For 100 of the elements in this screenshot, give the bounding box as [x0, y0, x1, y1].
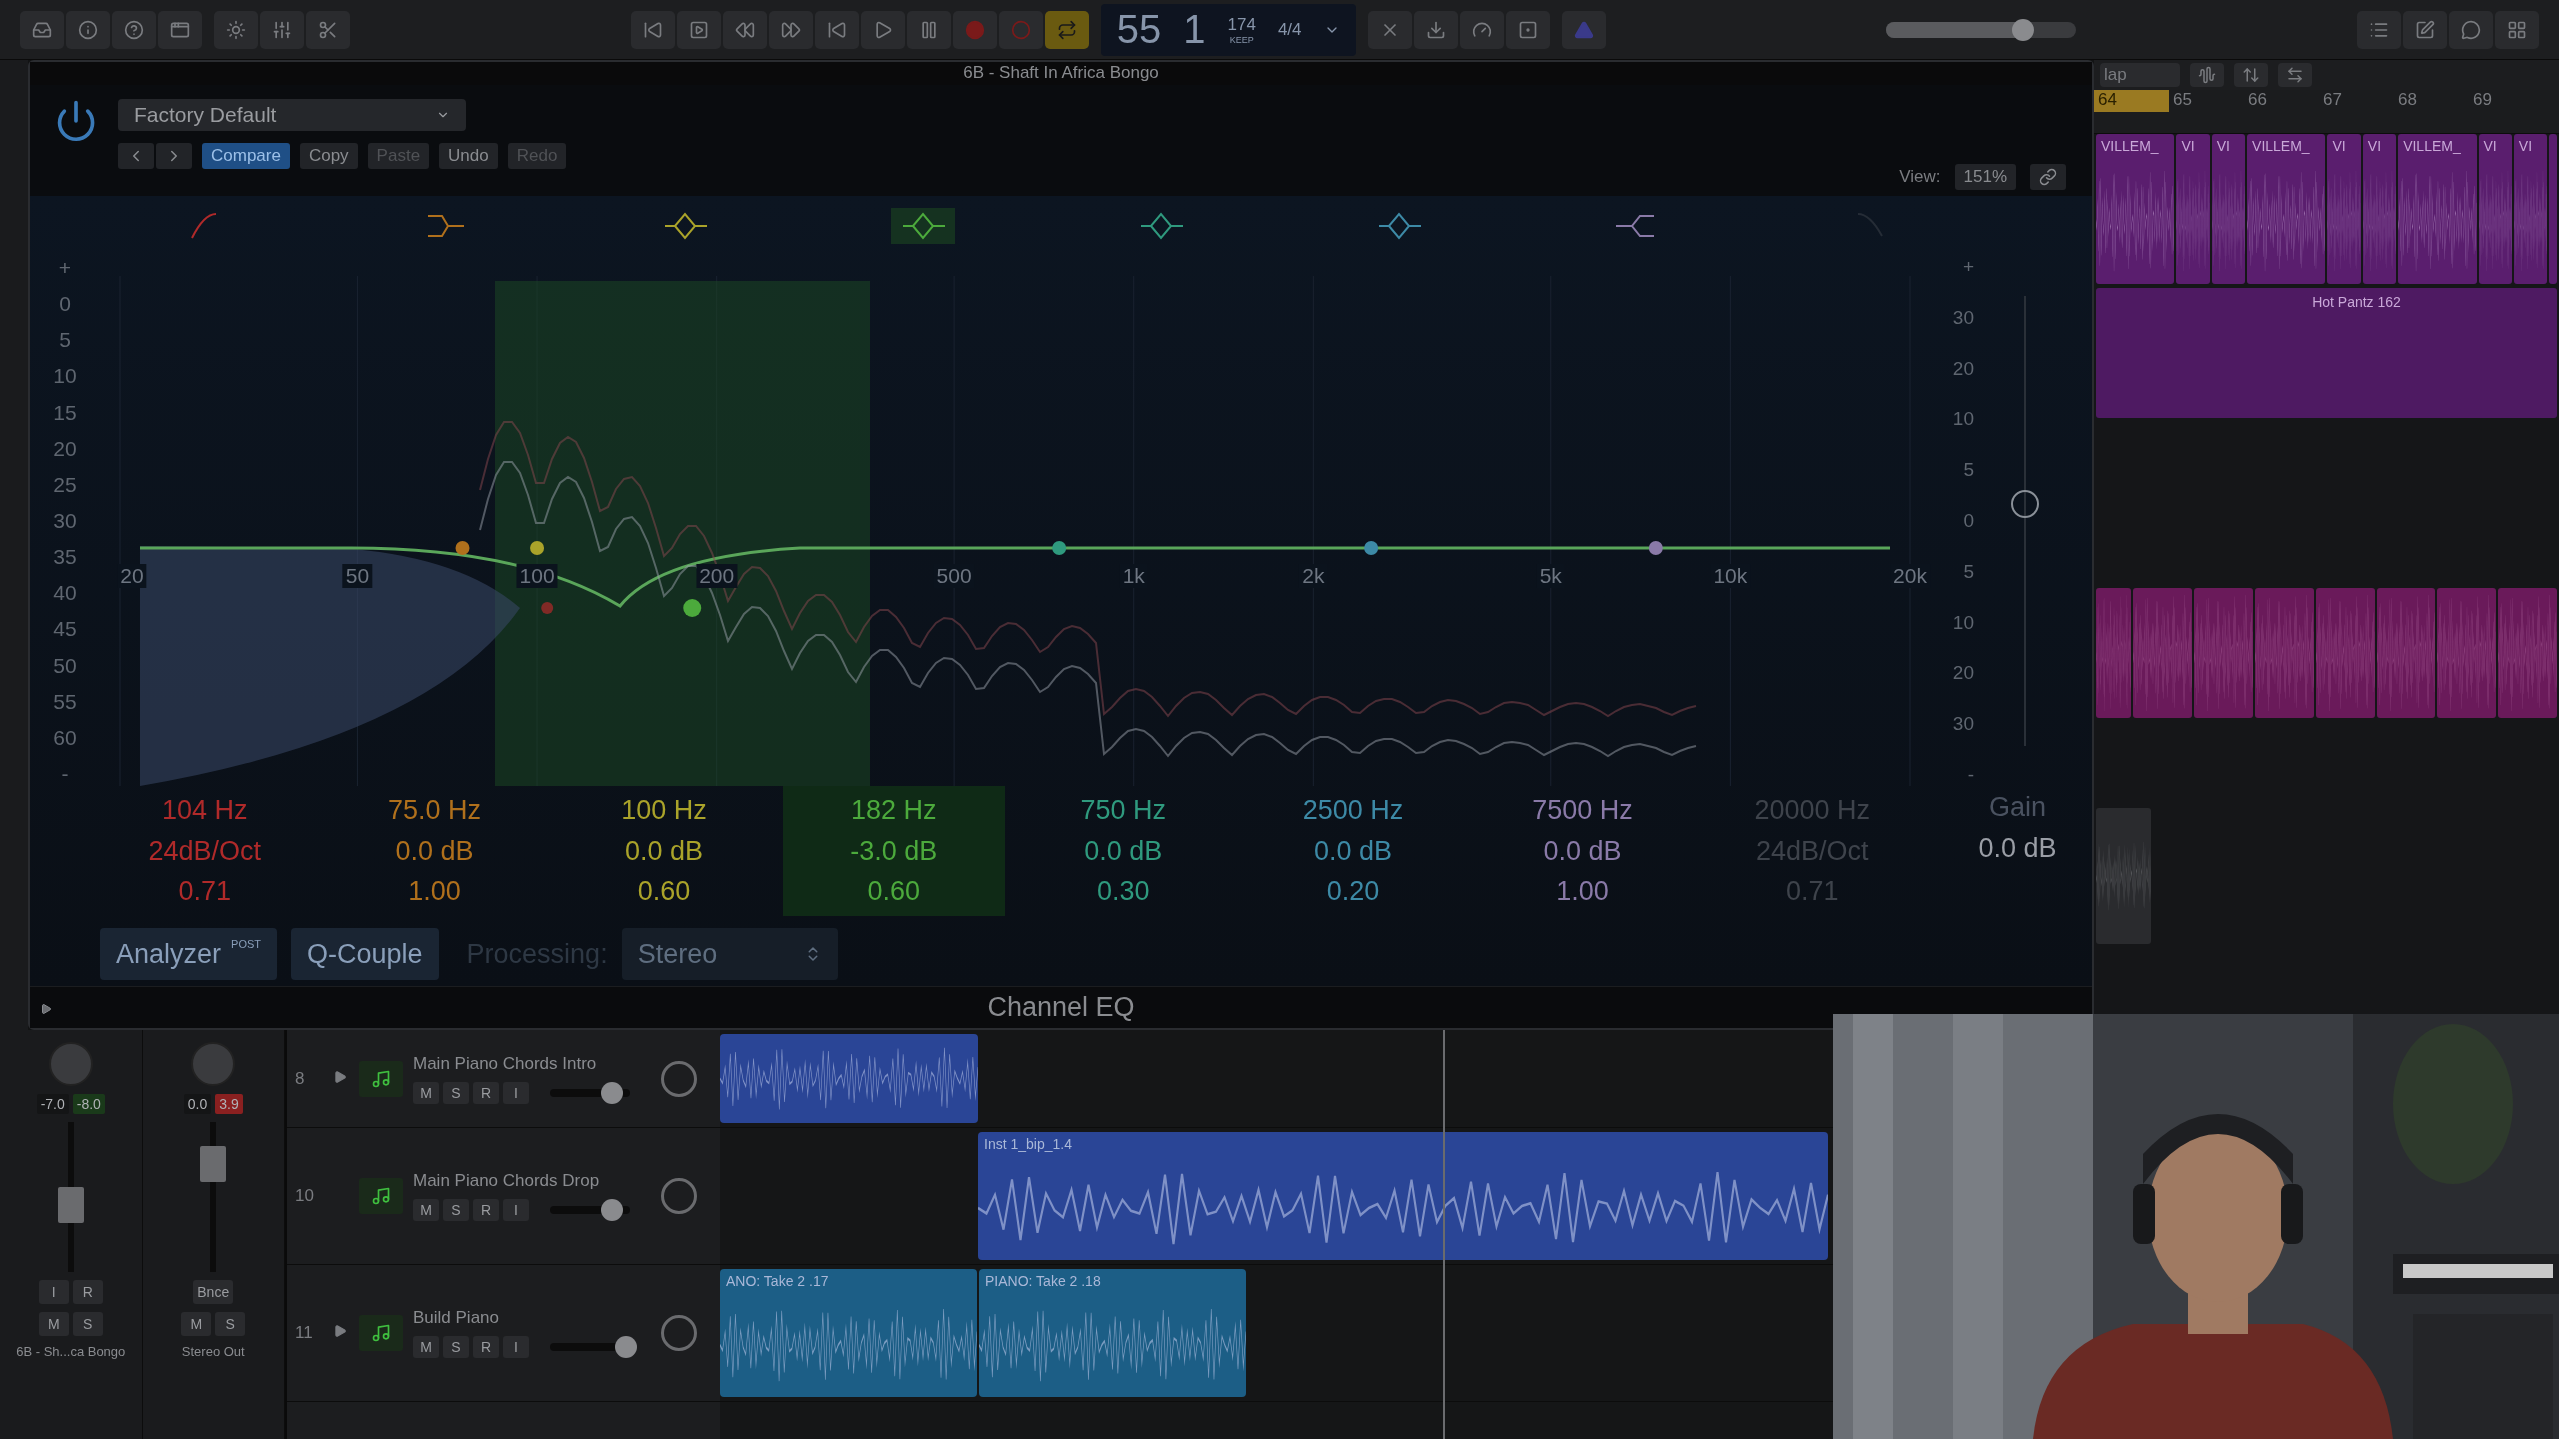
analyzer-button[interactable]: Analyzer POST [100, 928, 277, 981]
instrument-button[interactable] [359, 1315, 403, 1351]
gain-value[interactable]: 24dB/Oct [148, 835, 262, 867]
gain-value[interactable]: 0.0 dB [395, 835, 474, 867]
go-to-start-button[interactable] [814, 10, 859, 49]
track-button[interactable]: R [473, 1336, 499, 1358]
rewind-button[interactable] [722, 10, 767, 49]
audio-region[interactable]: VILLEM_ [2398, 134, 2477, 284]
bar-number[interactable]: 66 [2244, 90, 2319, 112]
gain-value[interactable]: -3.0 dB [850, 835, 938, 867]
audio-region[interactable]: VI [2211, 134, 2246, 284]
close-button[interactable] [1367, 10, 1412, 49]
skip-back-button[interactable] [630, 10, 675, 49]
notepad-button[interactable] [2403, 10, 2447, 49]
audio-region[interactable]: VI [2513, 134, 2548, 284]
frequency-value[interactable]: 182 Hz [850, 794, 937, 826]
audio-region[interactable]: PIANO: Take 2 .18 [979, 1269, 1246, 1397]
gain-value[interactable]: 0.0 dB [1978, 833, 2057, 865]
track-button[interactable]: S [443, 1336, 469, 1358]
gauge-button[interactable] [1459, 10, 1504, 49]
gain-value[interactable]: 0.0 dB [1084, 835, 1163, 867]
pause-button[interactable] [906, 10, 951, 49]
audio-region[interactable] [2376, 588, 2436, 718]
track-button[interactable]: S [443, 1081, 469, 1104]
download-button[interactable] [1413, 10, 1458, 49]
track-name[interactable]: Main Piano Chords Intro [413, 1053, 641, 1074]
count-in-button[interactable] [1505, 10, 1550, 49]
strip-button[interactable]: I [38, 1280, 69, 1304]
previous-button[interactable] [118, 142, 154, 169]
gain-slider-handle[interactable] [2011, 490, 2039, 519]
gain-value[interactable]: 0.0 dB [1313, 835, 1392, 867]
preset-dropdown[interactable]: Factory Default [118, 98, 466, 131]
play-from-selection-button[interactable] [676, 10, 721, 49]
track-button[interactable]: M [413, 1081, 439, 1104]
slider-thumb[interactable] [615, 1336, 637, 1358]
instrument-button[interactable] [359, 1060, 403, 1097]
header-button[interactable]: Undo [439, 142, 498, 169]
mixer-button[interactable] [260, 10, 304, 49]
disclosure-icon[interactable] [333, 1324, 347, 1338]
header-button[interactable]: Compare [202, 142, 290, 169]
gain-value[interactable]: 0.0 dB [1543, 835, 1622, 867]
band-handle[interactable] [683, 599, 702, 618]
solo-button[interactable]: S [72, 1312, 103, 1336]
track-button[interactable]: R [473, 1081, 499, 1104]
pan-knob[interactable] [661, 1315, 697, 1351]
band-handle[interactable] [530, 541, 545, 556]
band-handle[interactable] [1364, 541, 1379, 556]
fast-forward-button[interactable] [768, 10, 813, 49]
bar-number[interactable]: 68 [2394, 90, 2469, 112]
track-button[interactable]: I [503, 1199, 529, 1221]
slider-thumb[interactable] [601, 1199, 624, 1221]
disclosure-icon[interactable] [333, 1069, 347, 1084]
track-button[interactable]: M [413, 1199, 439, 1221]
link-button[interactable] [2030, 164, 2066, 191]
fader-cap[interactable] [200, 1146, 227, 1182]
bar-number[interactable]: 65 [2169, 90, 2244, 112]
brightness-button[interactable] [214, 10, 258, 49]
q-value[interactable]: 1.00 [408, 876, 461, 908]
cycle-button[interactable] [1044, 10, 1089, 49]
track-button[interactable]: M [413, 1336, 439, 1358]
info-button[interactable] [66, 10, 110, 49]
band-handle[interactable] [455, 541, 470, 556]
track-button[interactable]: R [473, 1199, 499, 1221]
audio-region[interactable] [720, 1034, 978, 1123]
gain-value[interactable]: 0.0 dB [625, 835, 704, 867]
audio-region[interactable] [2096, 588, 2132, 718]
track-button[interactable]: I [503, 1336, 529, 1358]
audio-region[interactable]: VILLEM_ [2247, 134, 2326, 284]
fit-button[interactable] [2234, 63, 2268, 87]
bell-filter-icon[interactable] [891, 208, 955, 245]
q-couple-button[interactable]: Q-Couple [291, 928, 439, 981]
q-value[interactable]: 0.30 [1097, 876, 1150, 908]
next-button[interactable] [156, 142, 192, 169]
help-button[interactable] [112, 10, 156, 49]
track-button[interactable]: S [443, 1199, 469, 1221]
band-handle[interactable] [1648, 541, 1663, 556]
play-button[interactable] [860, 10, 905, 49]
audio-region[interactable]: VI [2327, 134, 2361, 284]
band-handle[interactable] [1052, 541, 1067, 556]
frequency-value[interactable]: 7500 Hz [1532, 794, 1633, 826]
audio-region[interactable]: VI [2362, 134, 2397, 284]
window-button[interactable] [158, 10, 202, 49]
strip-button[interactable]: Bnce [193, 1280, 234, 1304]
track-button[interactable]: I [503, 1081, 529, 1104]
frequency-value[interactable]: 100 Hz [621, 794, 707, 826]
strip-button[interactable]: R [72, 1280, 103, 1304]
pan-knob[interactable] [661, 1060, 697, 1097]
mute-button[interactable]: M [38, 1312, 69, 1336]
audio-region[interactable]: VI [2478, 134, 2512, 284]
bar-number[interactable]: 64 [2094, 90, 2169, 112]
instrument-button[interactable] [359, 1178, 403, 1214]
view-zoom-dropdown[interactable]: 151% [1954, 164, 2016, 191]
slider-thumb[interactable] [601, 1081, 624, 1104]
chat-button[interactable] [2449, 10, 2493, 49]
scissors-button[interactable] [306, 10, 350, 49]
mute-button[interactable]: M [181, 1312, 212, 1336]
inbox-button[interactable] [20, 10, 64, 49]
solo-button[interactable]: S [215, 1312, 246, 1336]
bar-number[interactable]: 67 [2319, 90, 2394, 112]
master-volume-slider[interactable] [1886, 21, 2077, 38]
